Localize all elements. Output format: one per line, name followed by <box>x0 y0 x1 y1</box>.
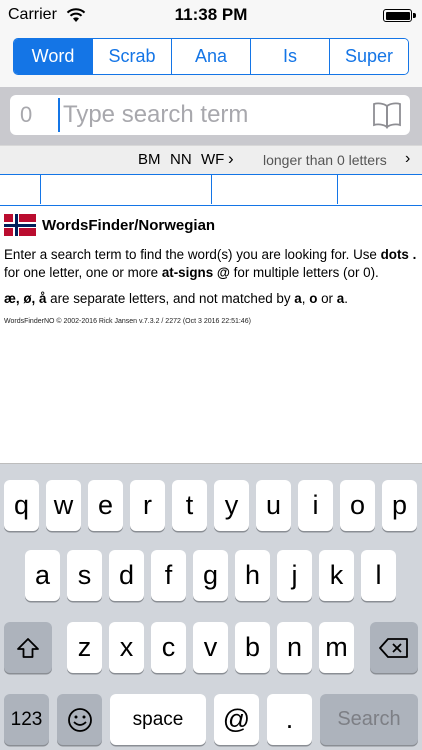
app-title: WordsFinder/Norwegian <box>42 216 216 234</box>
keyboard: q w e r t y u i o p a s d f g h j k l z … <box>0 463 422 750</box>
key-p[interactable]: p <box>382 480 417 531</box>
key-l[interactable]: l <box>361 550 396 601</box>
mode-bar: Word Scrab Ana Is Super <box>0 30 422 87</box>
segment-scrab[interactable]: Scrab <box>93 39 172 74</box>
search-input[interactable] <box>58 98 358 132</box>
dict-nn-toggle[interactable]: NN <box>170 151 192 168</box>
grid-cell[interactable] <box>0 175 41 204</box>
dict-chevron-icon[interactable]: › <box>228 149 234 169</box>
segment-ana[interactable]: Ana <box>172 39 251 74</box>
key-g[interactable]: g <box>193 550 228 601</box>
key-y[interactable]: y <box>214 480 249 531</box>
key-z[interactable]: z <box>67 622 102 673</box>
book-icon[interactable] <box>372 101 402 129</box>
length-chevron-icon[interactable]: › <box>405 150 410 168</box>
key-u[interactable]: u <box>256 480 291 531</box>
delete-key[interactable] <box>370 622 418 673</box>
emoji-icon <box>67 707 92 732</box>
key-k[interactable]: k <box>319 550 354 601</box>
segment-word[interactable]: Word <box>14 39 93 74</box>
key-m[interactable]: m <box>319 622 354 673</box>
key-e[interactable]: e <box>88 480 123 531</box>
shift-key[interactable] <box>4 622 52 673</box>
key-x[interactable]: x <box>109 622 144 673</box>
search-bar: 0 <box>0 87 422 145</box>
instructions-paragraph: Enter a search term to find the word(s) … <box>4 247 417 280</box>
norway-flag-icon <box>4 214 36 236</box>
key-d[interactable]: d <box>109 550 144 601</box>
letters-note: æ, ø, å are separate letters, and not ma… <box>4 291 348 306</box>
mode-segmented-control: Word Scrab Ana Is Super <box>13 38 409 75</box>
key-a[interactable]: a <box>25 550 60 601</box>
key-t[interactable]: t <box>172 480 207 531</box>
result-count: 0 <box>20 102 33 127</box>
length-filter[interactable]: longer than 0 letters <box>263 152 387 168</box>
search-field: 0 <box>10 95 410 135</box>
key-c[interactable]: c <box>151 622 186 673</box>
emoji-key[interactable] <box>57 694 102 745</box>
grid-cell[interactable] <box>212 175 338 204</box>
key-j[interactable]: j <box>277 550 312 601</box>
key-o[interactable]: o <box>340 480 375 531</box>
numbers-key[interactable]: 123 <box>4 694 49 745</box>
key-n[interactable]: n <box>277 622 312 673</box>
credits-text: WordsFinderNO © 2002-2016 Rick Jansen v.… <box>4 318 251 325</box>
title-row: WordsFinder/Norwegian <box>4 214 215 236</box>
grid-cell[interactable] <box>338 175 422 204</box>
space-key[interactable]: space <box>110 694 206 745</box>
key-r[interactable]: r <box>130 480 165 531</box>
dict-bm-toggle[interactable]: BM <box>138 151 161 168</box>
status-bar: Carrier 11:38 PM <box>0 0 422 30</box>
key-v[interactable]: v <box>193 622 228 673</box>
key-h[interactable]: h <box>235 550 270 601</box>
results-grid <box>0 174 422 206</box>
segment-is[interactable]: Is <box>251 39 330 74</box>
battery-icon <box>383 9 412 22</box>
clock: 11:38 PM <box>174 5 248 24</box>
key-b[interactable]: b <box>235 622 270 673</box>
search-key[interactable]: Search <box>320 694 418 745</box>
key-i[interactable]: i <box>298 480 333 531</box>
options-row: BM NN WF › longer than 0 letters › <box>0 145 422 174</box>
dict-wf-toggle[interactable]: WF <box>201 151 224 168</box>
key-f[interactable]: f <box>151 550 186 601</box>
segment-super[interactable]: Super <box>330 39 408 74</box>
dot-key[interactable]: . <box>267 694 312 745</box>
key-s[interactable]: s <box>67 550 102 601</box>
at-key[interactable]: @ <box>214 694 259 745</box>
battery-tip <box>413 13 416 18</box>
key-w[interactable]: w <box>46 480 81 531</box>
delete-icon <box>379 637 408 658</box>
shift-icon <box>17 637 39 658</box>
key-q[interactable]: q <box>4 480 39 531</box>
grid-cell[interactable] <box>41 175 212 204</box>
